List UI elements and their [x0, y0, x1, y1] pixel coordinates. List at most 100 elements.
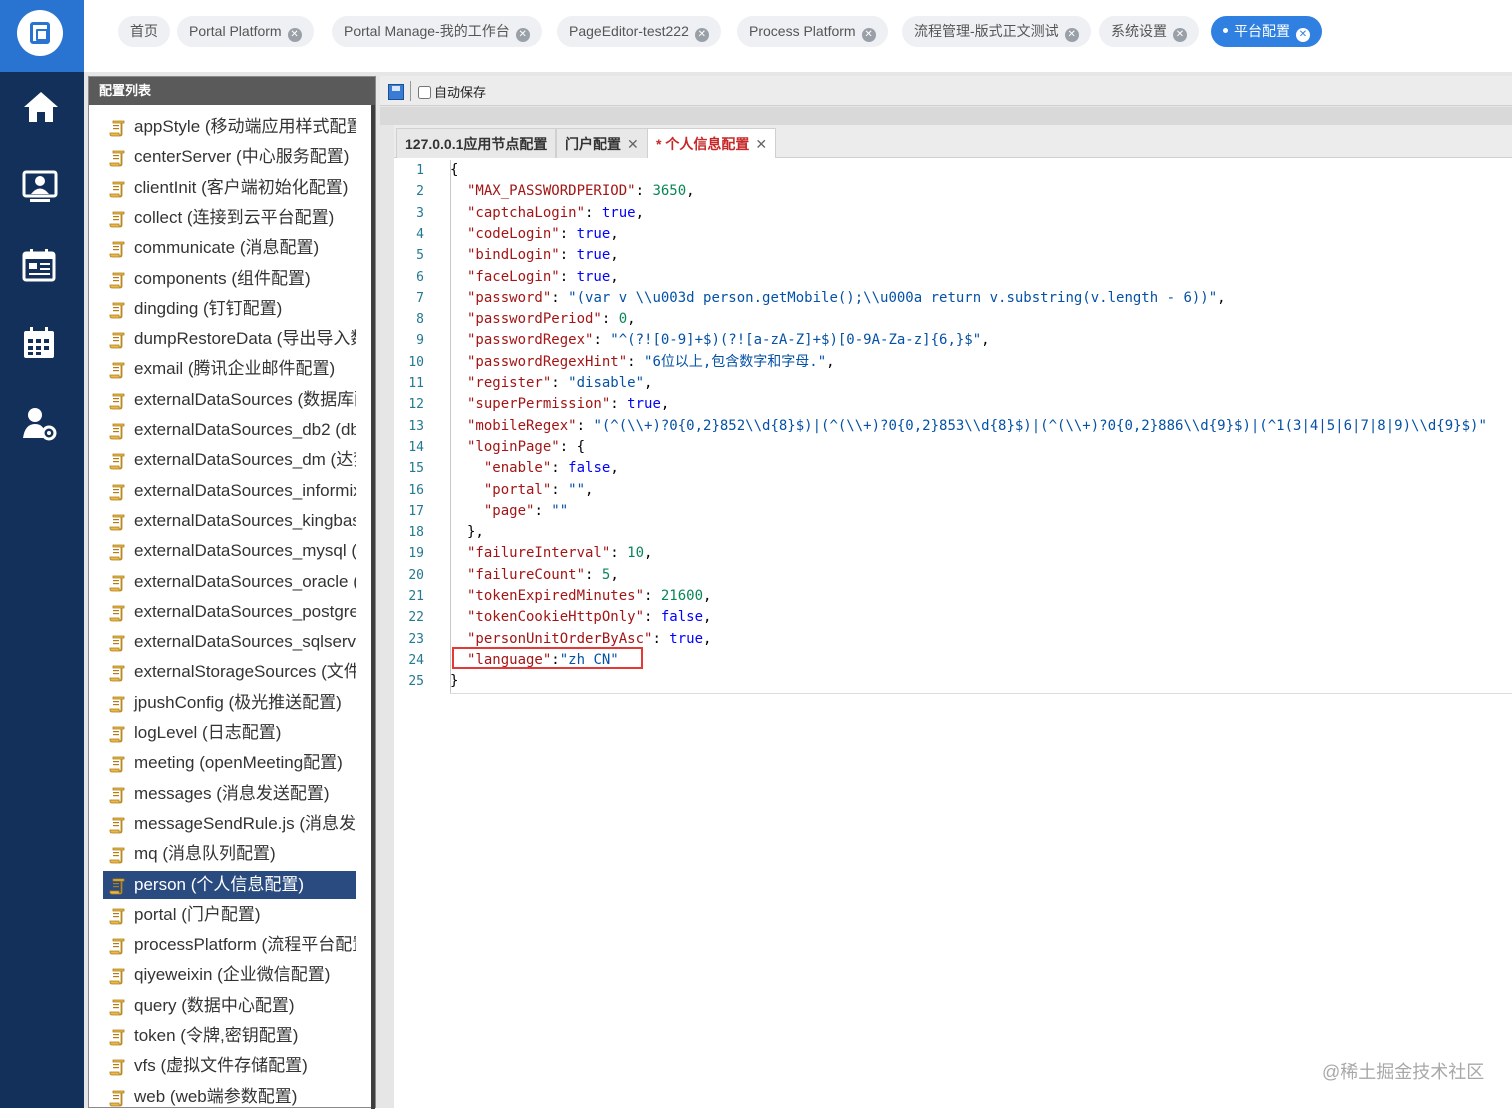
list-item[interactable]: collect (连接到云平台配置): [103, 204, 356, 232]
top-tab-portal-manage[interactable]: Portal Manage-我的工作台 ✕: [332, 16, 542, 47]
close-icon[interactable]: ✕: [755, 136, 767, 152]
list-item[interactable]: externalDataSources_kingbase: [103, 507, 356, 535]
list-item[interactable]: query (数据中心配置): [103, 992, 356, 1020]
list-item-label: messages (消息发送配置): [134, 783, 330, 803]
list-item[interactable]: web (web端参数配置): [103, 1083, 356, 1109]
list-item[interactable]: jpushConfig (极光推送配置): [103, 689, 356, 717]
list-item[interactable]: token (令牌,密钥配置): [103, 1022, 356, 1050]
code-token: "disable": [568, 375, 645, 391]
list-item[interactable]: components (组件配置): [103, 265, 356, 293]
top-tab-process-platform[interactable]: Process Platform ✕: [737, 16, 888, 47]
save-icon[interactable]: [388, 84, 404, 100]
top-tab-process-manage[interactable]: 流程管理-版式正文测试 ✕: [902, 16, 1091, 47]
close-icon[interactable]: ✕: [515, 28, 530, 42]
top-tab-bar: 首页 Portal Platform ✕ Portal Manage-我的工作台 ✕…: [84, 0, 1512, 72]
code-line: "passwordPeriod": 0,: [467, 309, 636, 330]
close-icon[interactable]: ✕: [694, 28, 709, 42]
code-token: "register": [467, 375, 552, 391]
autosave-checkbox[interactable]: [418, 86, 431, 99]
scroll-icon: [109, 997, 127, 1016]
line-number: 3: [416, 205, 424, 221]
tab-portal-config[interactable]: 门户配置 ✕: [556, 128, 648, 158]
code-token: "passwordPeriod": [467, 311, 602, 328]
code-token: ,: [1217, 289, 1226, 306]
list-item[interactable]: person (个人信息配置): [103, 870, 356, 899]
code-line: }: [450, 671, 458, 692]
config-list: appStyle (移动端应用样式配置) centerServer (中心服务配置…: [92, 109, 370, 1109]
code-token: "(var v \\u003d person.getMobile();\\u00…: [568, 289, 1218, 306]
list-item[interactable]: exmail (腾讯企业邮件配置): [103, 355, 356, 383]
code-token: "tokenExpiredMinutes": [467, 588, 645, 604]
list-item[interactable]: externalDataSources_oracle (or: [103, 568, 356, 596]
list-item-label: logLevel (日志配置): [134, 723, 282, 742]
top-tab-portal-platform[interactable]: Portal Platform ✕: [177, 16, 314, 47]
calendar-grid-icon[interactable]: [0, 312, 84, 372]
home-icon[interactable]: [0, 76, 84, 136]
line-number: 20: [408, 567, 424, 583]
code-token: ,: [703, 630, 712, 647]
logo-area[interactable]: [0, 0, 84, 72]
list-item[interactable]: externalDataSources_db2 (db2: [103, 416, 356, 444]
list-item[interactable]: communicate (消息配置): [103, 234, 356, 262]
list-item[interactable]: portal (门户配置): [103, 901, 356, 929]
user-monitor-icon[interactable]: [0, 156, 84, 216]
tab-person-config[interactable]: * 个人信息配置 ✕: [647, 128, 777, 158]
list-item[interactable]: messageSendRule.js (消息发送规: [103, 810, 356, 838]
close-icon[interactable]: ✕: [1064, 28, 1079, 42]
top-tab-platform-config[interactable]: 平台配置 ✕: [1211, 16, 1322, 47]
code-token: "": [568, 481, 586, 498]
list-item-label: dumpRestoreData (导出导入数据: [134, 329, 356, 349]
code-token: 21600: [660, 588, 704, 604]
list-item[interactable]: qiyeweixin (企业微信配置): [103, 961, 356, 989]
list-item[interactable]: meeting (openMeeting配置): [103, 749, 356, 777]
close-icon[interactable]: ✕: [287, 28, 302, 42]
top-tab-page-editor[interactable]: PageEditor-test222 ✕: [557, 16, 721, 47]
code-token: "passwordRegex": [467, 332, 594, 349]
close-icon[interactable]: ✕: [1173, 28, 1187, 42]
autosave-toggle[interactable]: 自动保存: [418, 82, 486, 101]
list-item[interactable]: externalStorageSources (文件存: [103, 658, 356, 686]
list-item[interactable]: clientInit (客户端初始化配置): [103, 174, 356, 202]
close-icon[interactable]: ✕: [1296, 28, 1310, 42]
list-item-label: communicate (消息配置): [134, 238, 320, 258]
code-token: }: [450, 673, 459, 690]
code-line: "captchaLogin": true,: [467, 203, 644, 224]
list-item[interactable]: messages (消息发送配置): [103, 780, 356, 808]
list-item[interactable]: externalDataSources_dm (达梦数: [103, 446, 356, 474]
list-item[interactable]: centerServer (中心服务配置): [103, 143, 356, 171]
list-item[interactable]: dumpRestoreData (导出导入数据: [103, 325, 356, 353]
calendar-list-icon[interactable]: [0, 234, 84, 294]
top-tab-system-settings[interactable]: 系统设置 ✕: [1099, 16, 1199, 47]
code-token: :: [576, 417, 594, 434]
scroll-icon: [109, 966, 127, 985]
list-item[interactable]: externalDataSources_mysql (my: [103, 537, 356, 565]
list-item[interactable]: appStyle (移动端应用样式配置): [103, 113, 356, 141]
user-settings-icon[interactable]: [0, 392, 84, 452]
list-item[interactable]: externalDataSources_informix (: [103, 477, 356, 505]
scroll-icon: [109, 815, 127, 834]
code-token: :: [610, 545, 628, 562]
scrollbar[interactable]: [371, 105, 375, 1109]
list-item-label: token (令牌,密钥配置): [134, 1026, 299, 1045]
list-item[interactable]: dingding (钉钉配置): [103, 295, 356, 323]
list-item[interactable]: externalDataSources_postgresq: [103, 598, 356, 626]
code-line: "codeLogin": true,: [467, 224, 619, 245]
tab-app-node-config[interactable]: 127.0.0.1应用节点配置: [396, 128, 557, 158]
scroll-icon: [109, 391, 127, 410]
code-token: ,: [686, 183, 695, 200]
list-item[interactable]: externalDataSources_sqlserver: [103, 628, 356, 656]
code-token: :: [551, 481, 569, 498]
list-item-label: externalStorageSources (文件存: [134, 662, 356, 682]
list-item[interactable]: externalDataSources (数据库配置: [103, 386, 356, 414]
top-tab-home[interactable]: 首页: [118, 16, 170, 47]
list-item[interactable]: processPlatform (流程平台配置): [103, 931, 356, 959]
code-token: false: [660, 609, 704, 626]
code-editor[interactable]: 1 {2 "MAX_PASSWORDPERIOD": 3650, 3 "captchaL…: [394, 158, 1512, 1108]
line-number: 16: [408, 482, 424, 498]
list-item[interactable]: mq (消息队列配置): [103, 840, 356, 868]
list-item[interactable]: logLevel (日志配置): [103, 719, 356, 747]
line-number: 5: [416, 248, 424, 264]
close-icon[interactable]: ✕: [861, 28, 876, 42]
close-icon[interactable]: ✕: [627, 136, 639, 152]
list-item[interactable]: vfs (虚拟文件存储配置): [103, 1052, 356, 1080]
